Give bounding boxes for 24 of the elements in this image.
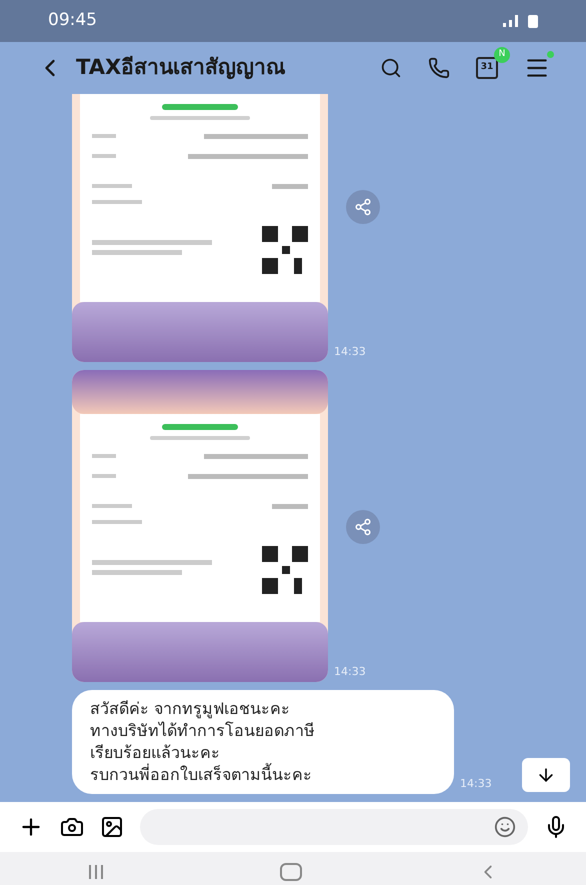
share-icon bbox=[354, 518, 372, 536]
emoji-icon[interactable] bbox=[494, 816, 516, 838]
home-icon[interactable] bbox=[280, 863, 302, 881]
message-time: 14:33 bbox=[334, 344, 366, 360]
transfer-slip-image[interactable] bbox=[72, 370, 328, 682]
message-time: 14:33 bbox=[334, 664, 366, 680]
status-time: 09:45 bbox=[48, 9, 97, 32]
signal-icon bbox=[503, 15, 518, 27]
message-bubble: สวัสดีค่ะ จากทรูมูฟเอชนะคะ ทางบริษัทได้ทำการโอนยอดภาษี เรียบร้อยแล้วนะคะ รบกวนพี่ออกใบเสร็จตามนี้นะคะ bbox=[72, 690, 454, 794]
transfer-slip-image[interactable] bbox=[72, 94, 328, 362]
scroll-down-button[interactable] bbox=[522, 758, 570, 792]
recent-apps-icon[interactable] bbox=[87, 864, 106, 880]
camera-icon[interactable] bbox=[60, 815, 84, 839]
search-icon[interactable] bbox=[380, 57, 402, 79]
chat-title: TAXอีสานเสาสัญญาณ bbox=[76, 54, 286, 82]
share-button[interactable] bbox=[346, 510, 380, 544]
new-badge: N bbox=[494, 47, 510, 63]
phone-icon[interactable] bbox=[428, 57, 450, 79]
battery-icon bbox=[528, 14, 538, 28]
image-icon[interactable] bbox=[100, 815, 124, 839]
share-icon bbox=[354, 198, 372, 216]
message-input-field[interactable] bbox=[140, 809, 528, 845]
share-button[interactable] bbox=[346, 190, 380, 224]
message-time: 14:33 bbox=[460, 776, 492, 792]
